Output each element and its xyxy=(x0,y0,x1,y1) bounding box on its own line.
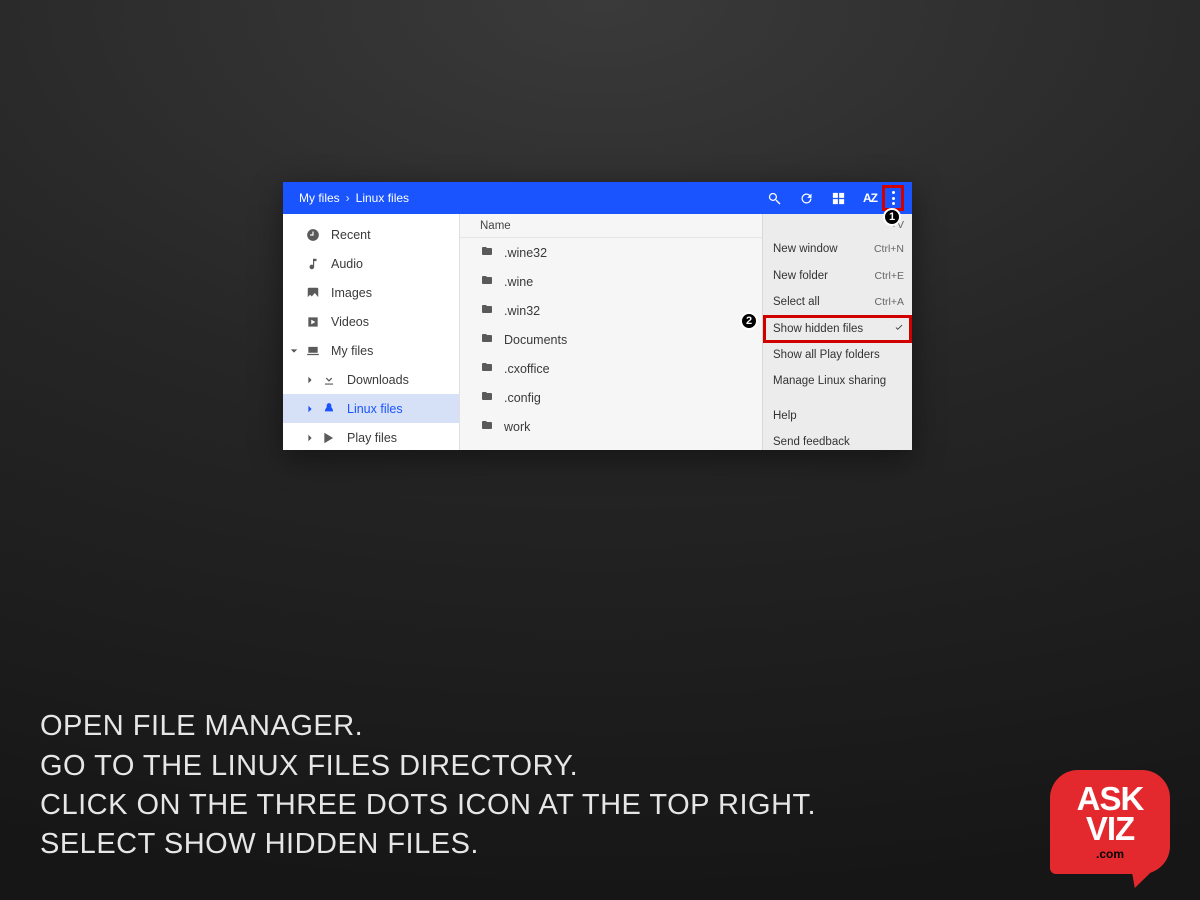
search-icon[interactable] xyxy=(762,186,786,210)
folder-icon xyxy=(480,361,494,376)
image-icon xyxy=(305,285,321,301)
sidebar-item-label: Downloads xyxy=(347,373,409,387)
download-icon xyxy=(321,372,337,388)
menu-item-label: Manage Linux sharing xyxy=(773,375,886,387)
app-header: My files › Linux files AZ xyxy=(283,182,912,214)
shortcut-label: Ctrl+A xyxy=(875,296,904,308)
sidebar-item-videos[interactable]: Videos xyxy=(283,307,459,336)
instruction-line: Select Show Hidden Files. xyxy=(40,825,816,864)
breadcrumb-linux-files[interactable]: Linux files xyxy=(356,191,409,205)
file-manager-window: 1 2 My files › Linux files AZ Recent xyxy=(283,182,912,450)
shortcut-label: Ctrl+E xyxy=(875,270,904,282)
menu-item-new-window[interactable]: New window Ctrl+N xyxy=(763,236,912,263)
more-options-menu: +V New window Ctrl+N New folder Ctrl+E S… xyxy=(762,214,912,450)
callout-badge-1: 1 xyxy=(883,208,901,226)
sidebar-item-downloads[interactable]: Downloads xyxy=(283,365,459,394)
sidebar-item-images[interactable]: Images xyxy=(283,278,459,307)
sidebar-item-play-files[interactable]: Play files xyxy=(283,423,459,450)
audio-icon xyxy=(305,256,321,272)
menu-item-label: Show all Play folders xyxy=(773,349,880,361)
menu-item-label: Show hidden files xyxy=(773,323,863,335)
menu-item-label: Help xyxy=(773,410,797,422)
breadcrumb-my-files[interactable]: My files xyxy=(299,191,340,205)
menu-item-show-play-folders[interactable]: Show all Play folders xyxy=(763,342,912,369)
folder-icon xyxy=(480,332,494,347)
menu-item-label: New window xyxy=(773,243,838,255)
sidebar-item-label: My files xyxy=(331,344,373,358)
check-icon xyxy=(894,322,904,335)
app-body: Recent Audio Images Videos My files xyxy=(283,214,912,450)
logo-text: ASKVIZ xyxy=(1050,784,1170,845)
instruction-line: Click on the three dots icon at the top … xyxy=(40,786,816,825)
sidebar-item-my-files[interactable]: My files xyxy=(283,336,459,365)
more-vertical-icon xyxy=(892,191,895,205)
laptop-icon xyxy=(305,343,321,359)
sidebar-item-audio[interactable]: Audio xyxy=(283,249,459,278)
video-icon xyxy=(305,314,321,330)
chevron-right-icon: › xyxy=(346,191,350,205)
chevron-down-icon xyxy=(287,347,301,355)
file-list-panel: Name Size Types .wine32--Folder.wine--Fo… xyxy=(460,214,912,450)
sidebar-item-label: Videos xyxy=(331,315,369,329)
chevron-right-icon xyxy=(303,376,317,384)
instruction-line: Open file manager. xyxy=(40,707,816,746)
sidebar-item-linux-files[interactable]: Linux files xyxy=(283,394,459,423)
menu-item-select-all[interactable]: Select all Ctrl+A xyxy=(763,289,912,316)
clock-icon xyxy=(305,227,321,243)
refresh-icon[interactable] xyxy=(794,186,818,210)
chevron-right-icon xyxy=(303,405,317,413)
chevron-right-icon xyxy=(303,434,317,442)
sidebar-item-label: Play files xyxy=(347,431,397,445)
menu-item-new-folder[interactable]: New folder Ctrl+E xyxy=(763,263,912,290)
play-store-icon xyxy=(321,430,337,446)
instruction-text: Open file manager. Go to the Linux Files… xyxy=(40,707,816,864)
menu-separator xyxy=(763,395,912,403)
sidebar-item-label: Audio xyxy=(331,257,363,271)
menu-item-label: New folder xyxy=(773,270,828,282)
folder-icon xyxy=(480,390,494,405)
sort-az-icon[interactable]: AZ xyxy=(858,186,882,210)
askviz-logo: ASKVIZ .com xyxy=(1050,770,1170,874)
shortcut-label: Ctrl+N xyxy=(874,243,904,255)
sidebar-item-recent[interactable]: Recent xyxy=(283,220,459,249)
menu-item-send-feedback[interactable]: Send feedback xyxy=(763,429,912,450)
menu-item-label: Select all xyxy=(773,296,820,308)
menu-item-help[interactable]: Help xyxy=(763,403,912,430)
linux-icon xyxy=(321,401,337,417)
folder-icon xyxy=(480,303,494,318)
column-name[interactable]: Name xyxy=(480,220,808,232)
logo-subtext: .com xyxy=(1050,847,1170,861)
menu-item-label: Send feedback xyxy=(773,436,850,448)
sidebar-item-label: Recent xyxy=(331,228,371,242)
grid-view-icon[interactable] xyxy=(826,186,850,210)
menu-item-manage-linux-sharing[interactable]: Manage Linux sharing xyxy=(763,368,912,395)
sidebar-item-label: Linux files xyxy=(347,402,403,416)
folder-icon xyxy=(480,245,494,260)
instruction-line: Go to the Linux Files Directory. xyxy=(40,747,816,786)
sidebar: Recent Audio Images Videos My files xyxy=(283,214,460,450)
menu-item-show-hidden-files[interactable]: Show hidden files xyxy=(763,315,912,343)
folder-icon xyxy=(480,274,494,289)
sidebar-item-label: Images xyxy=(331,286,372,300)
callout-badge-2: 2 xyxy=(740,312,758,330)
folder-icon xyxy=(480,419,494,434)
